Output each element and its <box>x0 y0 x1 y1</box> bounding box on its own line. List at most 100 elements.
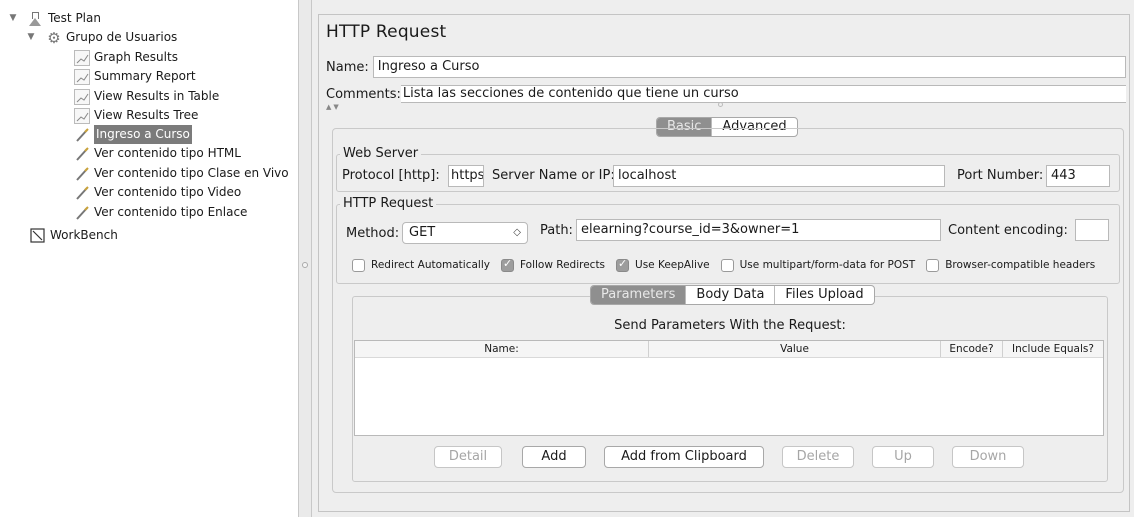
comments-field[interactable]: Lista las secciones de contenido que tie… <box>400 85 1126 103</box>
server-name-field[interactable]: localhost <box>613 165 945 187</box>
graph-icon <box>74 88 90 105</box>
pen-icon <box>74 166 90 182</box>
tree-item-ingreso-a-curso[interactable]: Ingreso a Curso <box>74 125 192 144</box>
expand-arrow-icon[interactable]: ▼ <box>26 28 36 47</box>
checkbox-icon[interactable] <box>720 258 734 272</box>
name-row: Name: Ingreso a Curso <box>326 56 1126 78</box>
pane-splitter[interactable] <box>298 0 312 517</box>
graph-icon <box>74 68 90 85</box>
tab-parameters[interactable]: Parameters <box>591 286 687 304</box>
resize-handle-icon[interactable] <box>718 102 723 107</box>
tree-item-label: WorkBench <box>50 228 118 242</box>
path-label: Path: <box>540 223 573 238</box>
options-row: Redirect Automatically Follow Redirects … <box>352 256 1122 274</box>
tree-item-label: Ver contenido tipo HTML <box>94 146 241 160</box>
path-field[interactable]: elearning?course_id=3&owner=1 <box>576 219 941 241</box>
pen-icon <box>74 127 90 143</box>
checkbox-label: Follow Redirects <box>519 259 606 271</box>
tab-body-data[interactable]: Body Data <box>686 286 776 304</box>
method-value: GET <box>409 225 436 240</box>
tree-item-graph-results[interactable]: Graph Results <box>74 48 178 67</box>
port-field[interactable]: 443 <box>1046 165 1110 187</box>
protocol-field[interactable]: https <box>448 165 484 187</box>
tree-item-label: Ver contenido tipo Enlace <box>94 205 248 219</box>
use-keepalive-checkbox[interactable]: Use KeepAlive <box>616 257 710 272</box>
checkbox-icon[interactable] <box>926 258 940 272</box>
checkbox-checked-icon[interactable] <box>500 257 514 272</box>
content-encoding-field[interactable] <box>1075 219 1109 241</box>
tree-item-label: Graph Results <box>94 50 178 64</box>
column-header-value[interactable]: Value <box>649 341 941 357</box>
comments-label: Comments: <box>326 86 401 102</box>
port-label: Port Number: <box>957 168 1044 183</box>
column-header-name[interactable]: Name: <box>355 341 649 357</box>
gear-icon: ⚙ <box>47 28 61 47</box>
tree-item-label: View Results in Table <box>94 89 220 103</box>
checkbox-icon[interactable] <box>352 258 365 272</box>
tree-item-workbench[interactable]: WorkBench <box>30 226 118 245</box>
protocol-label: Protocol [http]: <box>342 168 440 183</box>
column-header-encode[interactable]: Encode? <box>941 341 1003 357</box>
down-button[interactable]: Down <box>952 446 1024 468</box>
tree-item-thread-group[interactable]: ▼ ⚙ Grupo de Usuarios <box>28 28 178 47</box>
tab-files-upload[interactable]: Files Upload <box>775 286 873 304</box>
tree-item-test-plan[interactable]: ▼ Test Plan <box>10 9 101 28</box>
tree-item-label: Ver contenido tipo Video <box>94 185 242 199</box>
tree-item-ver-video[interactable]: Ver contenido tipo Video <box>74 183 241 202</box>
graph-icon <box>74 107 90 124</box>
checkbox-checked-icon[interactable] <box>616 257 630 272</box>
method-select[interactable]: GET ◇ <box>402 222 528 244</box>
tree-item-label: Test Plan <box>48 11 101 25</box>
splitter-handle-icon[interactable] <box>302 262 308 268</box>
parameters-table[interactable]: Name: Value Encode? Include Equals? <box>354 340 1104 436</box>
delete-button[interactable]: Delete <box>782 446 854 468</box>
up-button[interactable]: Up <box>872 446 934 468</box>
test-plan-icon <box>28 11 44 27</box>
tree-item-view-results-tree[interactable]: View Results Tree <box>74 106 198 125</box>
parameters-title: Send Parameters With the Request: <box>614 318 846 333</box>
add-button[interactable]: Add <box>522 446 586 468</box>
http-request-title: HTTP Request <box>340 196 437 212</box>
table-header: Name: Value Encode? Include Equals? <box>355 341 1103 358</box>
redirect-automatically-checkbox[interactable]: Redirect Automatically <box>352 258 490 272</box>
test-plan-tree[interactable]: ▼ Test Plan ▼ ⚙ Grupo de Usuarios Graph … <box>0 0 298 517</box>
workbench-icon <box>30 227 46 244</box>
checkbox-label: Use multipart/form-data for POST <box>739 259 916 271</box>
http-request-panel: HTTP Request Name: Ingreso a Curso Comme… <box>312 0 1134 517</box>
tree-item-label: Summary Report <box>94 69 196 83</box>
detail-button[interactable]: Detail <box>434 446 502 468</box>
collapse-arrows-icon[interactable]: ▲▼ <box>326 103 341 111</box>
checkbox-label: Browser-compatible headers <box>945 259 1096 271</box>
pen-icon <box>74 205 90 221</box>
tree-item-label: Ingreso a Curso <box>94 125 192 144</box>
pen-icon <box>74 146 90 162</box>
expand-arrow-icon[interactable]: ▼ <box>8 9 18 28</box>
browser-compatible-headers-checkbox[interactable]: Browser-compatible headers <box>926 258 1096 272</box>
content-encoding-label: Content encoding: <box>948 223 1068 238</box>
checkbox-label: Redirect Automatically <box>371 259 490 271</box>
graph-icon <box>74 49 90 66</box>
select-stepper-icon: ◇ <box>513 227 521 238</box>
multipart-checkbox[interactable]: Use multipart/form-data for POST <box>720 258 916 272</box>
page-title: HTTP Request <box>326 22 447 42</box>
tree-item-label: Grupo de Usuarios <box>66 30 178 44</box>
tree-item-view-results-table[interactable]: View Results in Table <box>74 87 219 106</box>
name-label: Name: <box>326 59 369 75</box>
web-server-title: Web Server <box>340 146 422 162</box>
tree-item-ver-clase-vivo[interactable]: Ver contenido tipo Clase en Vivo <box>74 164 289 183</box>
tree-item-ver-enlace[interactable]: Ver contenido tipo Enlace <box>74 203 247 222</box>
follow-redirects-checkbox[interactable]: Follow Redirects <box>500 257 606 272</box>
server-name-label: Server Name or IP: <box>492 168 615 183</box>
name-field[interactable]: Ingreso a Curso <box>372 56 1126 78</box>
pen-icon <box>74 185 90 201</box>
column-header-include-equals[interactable]: Include Equals? <box>1003 341 1103 357</box>
tree-item-ver-html[interactable]: Ver contenido tipo HTML <box>74 144 241 163</box>
tree-item-summary-report[interactable]: Summary Report <box>74 67 196 86</box>
sub-tab-bar: Parameters Body Data Files Upload <box>590 285 875 305</box>
add-from-clipboard-button[interactable]: Add from Clipboard <box>604 446 764 468</box>
tree-item-label: View Results Tree <box>94 108 199 122</box>
checkbox-label: Use KeepAlive <box>635 259 710 271</box>
tree-item-label: Ver contenido tipo Clase en Vivo <box>94 166 289 180</box>
comments-row: Comments: Lista las secciones de conteni… <box>326 85 1126 103</box>
method-label: Method: <box>346 226 400 241</box>
